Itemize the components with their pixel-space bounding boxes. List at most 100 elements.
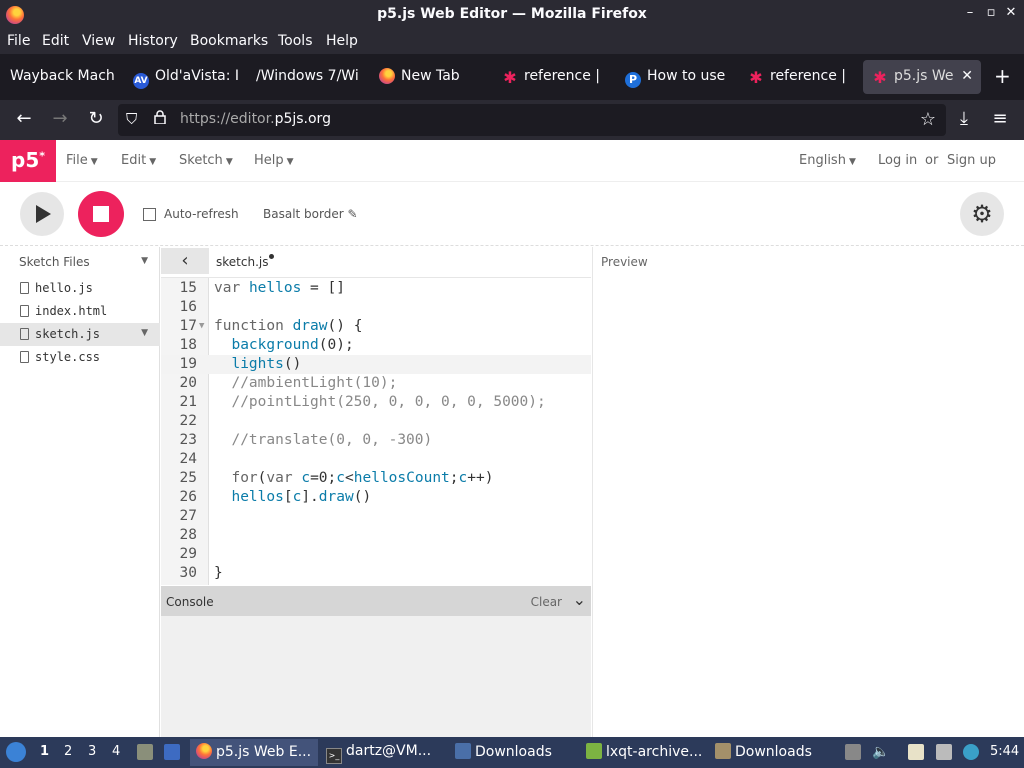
code-line[interactable]: 27 xyxy=(161,507,591,526)
signup-link[interactable]: Sign up xyxy=(947,153,996,168)
code-text[interactable]: lights() xyxy=(214,355,301,374)
p5-menu-help[interactable]: Help ▼ xyxy=(254,153,294,168)
menu-tools[interactable]: Tools xyxy=(278,33,313,49)
code-text[interactable]: function draw() { xyxy=(214,317,362,336)
sketch-name[interactable]: Basalt border ✎ xyxy=(263,207,358,221)
stop-button[interactable] xyxy=(78,191,124,237)
file-manager-launcher-icon[interactable] xyxy=(137,744,153,760)
minimize-button[interactable]: – xyxy=(962,5,978,20)
code-line[interactable]: 20 //ambientLight(10); xyxy=(161,374,591,393)
workspace-1[interactable]: 1 xyxy=(40,744,49,759)
code-text[interactable]: } xyxy=(214,564,223,583)
forward-button[interactable]: → xyxy=(48,108,72,129)
code-line[interactable]: 25 for(var c=0;c<hellosCount;c++) xyxy=(161,469,591,488)
code-line[interactable]: 17 ▼ function draw() { xyxy=(161,317,591,336)
tab-windows7[interactable]: /Windows 7/Wi xyxy=(256,60,368,94)
login-link[interactable]: Log in xyxy=(878,153,917,168)
code-text[interactable]: //translate(0, 0, -300) xyxy=(214,431,432,450)
code-line[interactable]: 30} xyxy=(161,564,591,583)
lock-icon[interactable] xyxy=(154,110,166,124)
tab-oldavista[interactable]: AV Old'aVista: I xyxy=(133,60,245,94)
task-lxqt-archiver[interactable]: lxqt-archive... xyxy=(586,743,706,760)
pencil-icon[interactable]: ✎ xyxy=(348,207,358,221)
collapse-sidebar-button[interactable]: ‹ xyxy=(161,248,209,274)
tab-reference-1[interactable]: ✱ reference | l xyxy=(502,60,612,94)
reload-button[interactable]: ↻ xyxy=(84,108,108,129)
file-item-sketch-js[interactable]: sketch.js ▼ xyxy=(0,323,160,346)
code-editor[interactable]: 15 var hellos = [] 16 17 ▼ function draw() {1… xyxy=(161,277,591,585)
code-line[interactable]: 26 hellos[c].draw() xyxy=(161,488,591,507)
menu-help[interactable]: Help xyxy=(326,33,358,49)
tab-newtab[interactable]: New Tab xyxy=(379,60,491,94)
code-text[interactable]: for(var c=0;c<hellosCount;c++) xyxy=(214,469,493,488)
code-line[interactable]: 24 xyxy=(161,450,591,469)
fold-arrow-icon[interactable]: ▼ xyxy=(199,317,204,336)
code-text[interactable]: //pointLight(250, 0, 0, 0, 0, 5000); xyxy=(214,393,545,412)
download-icon[interactable]: ⤓ xyxy=(952,108,976,129)
tab-reference-2[interactable]: ✱ reference | l xyxy=(748,60,858,94)
tab-p5-editor[interactable]: ✱p5.js Web ✕ xyxy=(863,60,981,94)
code-line[interactable]: 29 xyxy=(161,545,591,564)
menu-file[interactable]: File xyxy=(7,33,30,49)
chevron-down-icon[interactable]: ▼ xyxy=(141,256,148,266)
task-downloads-1[interactable]: Downloads xyxy=(455,743,575,760)
auto-refresh-checkbox[interactable] xyxy=(143,208,156,221)
workspace-2[interactable]: 2 xyxy=(64,744,72,759)
code-text[interactable]: //ambientLight(10); xyxy=(214,374,397,393)
url-text[interactable]: https://editor.p5js.org xyxy=(180,111,331,127)
bookmark-star-icon[interactable]: ☆ xyxy=(920,109,936,130)
workspace-3[interactable]: 3 xyxy=(88,744,96,759)
code-line[interactable]: 15 var hellos = [] xyxy=(161,279,591,298)
code-line[interactable]: 21 //pointLight(250, 0, 0, 0, 0, 5000); xyxy=(161,393,591,412)
task-firefox[interactable]: p5.js Web E... xyxy=(190,739,318,766)
p5-menu-file[interactable]: File ▼ xyxy=(66,153,98,168)
p5-menu-sketch[interactable]: Sketch ▼ xyxy=(179,153,233,168)
network-icon[interactable] xyxy=(963,744,979,760)
chevron-down-icon[interactable]: ⌄ xyxy=(573,590,586,609)
sketch-files-header[interactable]: Sketch Files ▼ xyxy=(0,247,160,277)
chevron-down-icon[interactable]: ▼ xyxy=(141,328,148,338)
volume-icon[interactable]: 🔈 xyxy=(872,744,889,760)
url-bar[interactable]: ⛉ https://editor.p5js.org ☆ xyxy=(118,104,946,136)
task-downloads-2[interactable]: Downloads xyxy=(715,743,835,760)
tab-how-to-use[interactable]: P How to use xyxy=(625,60,735,94)
tab-wayback[interactable]: Wayback Mach xyxy=(10,60,122,94)
workspace-4[interactable]: 4 xyxy=(112,744,120,759)
task-terminal[interactable]: >_ dartz@VM... xyxy=(326,743,446,764)
file-item-index-html[interactable]: index.html xyxy=(0,300,160,323)
console-clear-button[interactable]: Clear xyxy=(531,595,562,609)
code-line[interactable]: 18 background(0); xyxy=(161,336,591,355)
play-button[interactable] xyxy=(20,192,64,236)
p5-menu-edit[interactable]: Edit ▼ xyxy=(121,153,156,168)
tab-close-icon[interactable]: ✕ xyxy=(961,68,973,84)
clipboard-icon[interactable] xyxy=(908,744,924,760)
desktop-launcher-icon[interactable] xyxy=(164,744,180,760)
close-window-button[interactable]: ✕ xyxy=(1003,5,1019,20)
code-text[interactable]: var hellos = [] xyxy=(214,279,345,298)
p5-logo[interactable]: p5* xyxy=(0,140,56,182)
code-line[interactable]: 23 //translate(0, 0, -300) xyxy=(161,431,591,450)
menu-view[interactable]: View xyxy=(82,33,115,49)
code-line[interactable]: 16 xyxy=(161,298,591,317)
back-button[interactable]: ← xyxy=(12,108,36,129)
keyboard-icon[interactable] xyxy=(936,744,952,760)
code-text[interactable]: background(0); xyxy=(214,336,353,355)
menu-edit[interactable]: Edit xyxy=(42,33,69,49)
file-item-hello-js[interactable]: hello.js xyxy=(0,277,160,300)
trash-icon[interactable] xyxy=(845,744,861,760)
language-select[interactable]: English ▼ xyxy=(799,153,856,168)
code-line[interactable]: 22 xyxy=(161,412,591,431)
menu-history[interactable]: History xyxy=(128,33,178,49)
menu-bookmarks[interactable]: Bookmarks xyxy=(190,33,268,49)
code-line[interactable]: 28 xyxy=(161,526,591,545)
editor-file-tab[interactable]: sketch.js xyxy=(216,254,275,269)
maximize-button[interactable]: ▫ xyxy=(983,5,999,20)
settings-gear-button[interactable]: ⚙ xyxy=(960,192,1004,236)
shield-icon[interactable]: ⛉ xyxy=(126,110,137,128)
code-line[interactable]: 19 lights() xyxy=(161,355,591,374)
file-item-style-css[interactable]: style.css xyxy=(0,346,160,369)
hamburger-menu-icon[interactable]: ≡ xyxy=(988,108,1012,129)
start-menu-icon[interactable] xyxy=(6,742,26,762)
code-text[interactable]: hellos[c].draw() xyxy=(214,488,371,507)
new-tab-button[interactable]: + xyxy=(994,64,1011,88)
